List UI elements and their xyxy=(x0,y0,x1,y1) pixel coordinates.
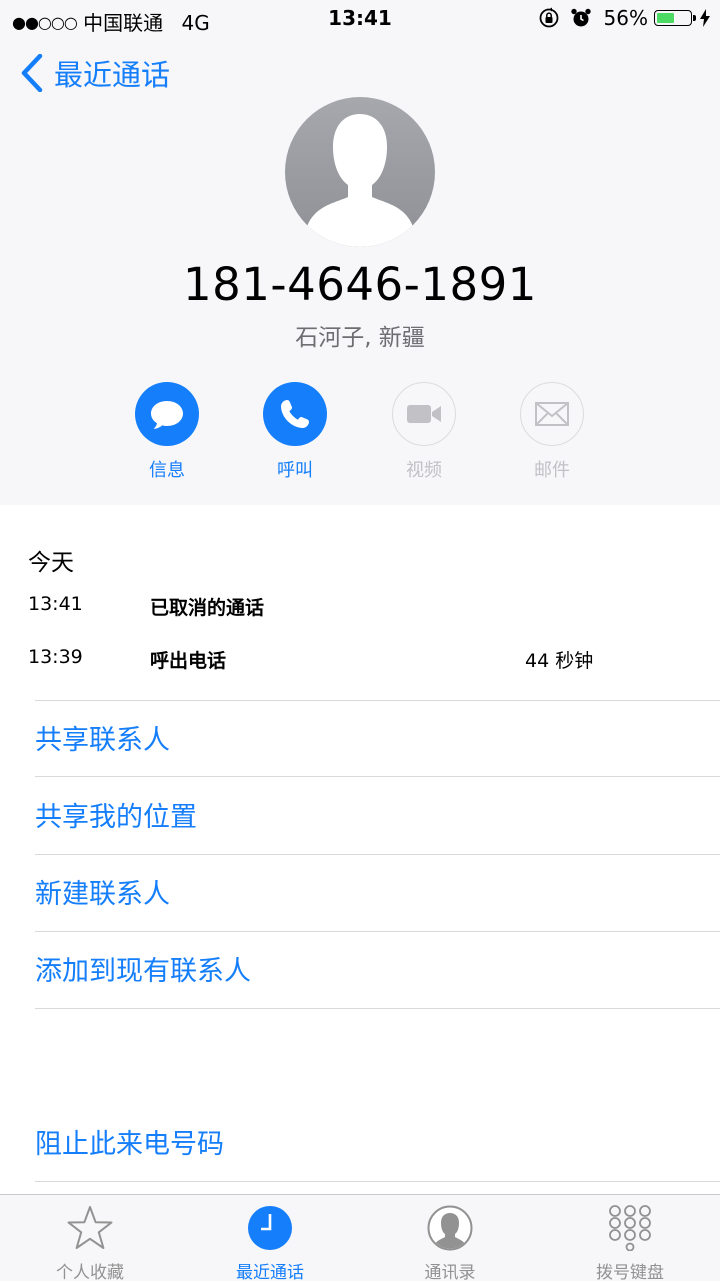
person-silhouette-icon xyxy=(303,114,417,247)
tab-keypad-label: 拨号键盘 xyxy=(596,1263,664,1283)
block-caller-link[interactable]: 阻止此来电号码 xyxy=(35,1122,720,1161)
phone-icon xyxy=(281,400,309,428)
battery-percent: 56% xyxy=(603,6,648,30)
share-location-link[interactable]: 共享我的位置 xyxy=(35,795,720,834)
call-time: 13:39 xyxy=(28,646,83,668)
divider xyxy=(35,1181,720,1182)
back-label: 最近通话 xyxy=(54,58,171,92)
battery-icon xyxy=(654,10,696,26)
status-right: 56% xyxy=(538,6,710,30)
history-section-title: 今天 xyxy=(28,550,74,576)
tab-keypad[interactable]: 拨号键盘 xyxy=(540,1195,720,1283)
tab-bar: 个人收藏 最近通话 通讯录 拨号键盘 xyxy=(0,1194,720,1283)
contact-location: 石河子, 新疆 xyxy=(295,325,425,351)
message-button[interactable] xyxy=(135,382,199,446)
star-icon xyxy=(67,1206,113,1249)
battery-level xyxy=(657,13,674,23)
chevron-left-icon xyxy=(21,54,43,92)
video-label: 视频 xyxy=(406,460,442,481)
message-icon xyxy=(151,401,183,429)
call-time: 13:41 xyxy=(28,593,83,615)
video-action[interactable]: 视频 xyxy=(379,382,469,482)
call-kind: 已取消的通话 xyxy=(150,597,265,619)
divider xyxy=(35,931,720,932)
video-icon xyxy=(407,405,441,423)
call-label: 呼叫 xyxy=(277,460,313,481)
keypad-icon xyxy=(609,1205,651,1251)
clock-icon xyxy=(248,1206,292,1250)
message-action[interactable]: 信息 xyxy=(122,382,212,482)
tab-favorites[interactable]: 个人收藏 xyxy=(0,1195,180,1283)
new-contact-link[interactable]: 新建联系人 xyxy=(35,872,720,911)
charging-icon xyxy=(700,9,710,27)
mail-label: 邮件 xyxy=(534,460,570,481)
contact-number: 181-4646-1891 xyxy=(183,258,537,311)
mail-button[interactable] xyxy=(520,382,584,446)
contacts-icon xyxy=(427,1205,473,1251)
alarm-icon xyxy=(570,8,591,27)
share-contact-link[interactable]: 共享联系人 xyxy=(35,718,720,757)
mail-action[interactable]: 邮件 xyxy=(507,382,597,482)
back-button[interactable]: 最近通话 xyxy=(20,52,170,94)
tab-recents[interactable]: 最近通话 xyxy=(180,1195,360,1283)
divider xyxy=(35,854,720,855)
status-bar: ●●○○○ 中国联通 4G 13:41 56% xyxy=(0,0,720,38)
contact-avatar xyxy=(285,97,435,247)
video-button[interactable] xyxy=(392,382,456,446)
tab-contacts[interactable]: 通讯录 xyxy=(360,1195,540,1283)
divider xyxy=(35,1008,720,1009)
call-button[interactable] xyxy=(263,382,327,446)
divider xyxy=(35,700,720,701)
divider xyxy=(35,776,720,777)
message-label: 信息 xyxy=(149,460,185,481)
tab-recents-label: 最近通话 xyxy=(236,1263,304,1283)
call-kind: 呼出电话 xyxy=(150,650,227,672)
rotation-lock-icon xyxy=(539,7,558,28)
call-duration: 44 秒钟 xyxy=(525,650,594,672)
mail-icon xyxy=(535,402,569,426)
add-to-existing-contact-link[interactable]: 添加到现有联系人 xyxy=(35,949,720,988)
tab-favorites-label: 个人收藏 xyxy=(56,1263,124,1283)
tab-contacts-label: 通讯录 xyxy=(424,1263,476,1283)
call-action[interactable]: 呼叫 xyxy=(250,382,340,482)
